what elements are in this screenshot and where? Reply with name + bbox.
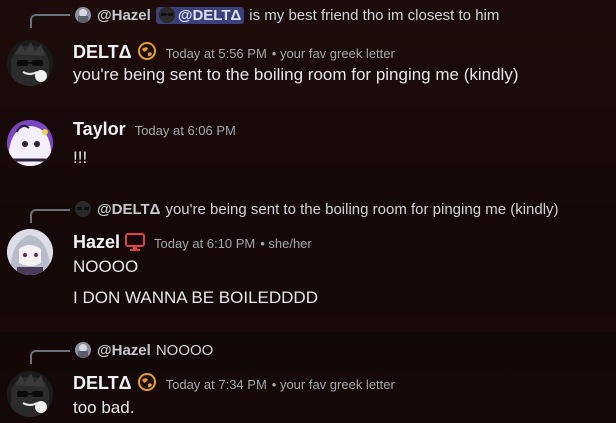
reply-text: is my best friend tho im closest to him	[249, 6, 500, 24]
reply-author[interactable]: @DELTΔ	[97, 201, 160, 218]
message-text: I DON WANNA BE BOILEDDDD	[73, 288, 318, 307]
reply-text: you're being sent to the boiling room fo…	[165, 200, 559, 218]
message-header: Hazel Today at 6:10 PM • she/her	[73, 228, 312, 253]
reply-avatar-icon	[75, 342, 91, 358]
reply-spine	[30, 14, 70, 28]
message-header: Taylor Today at 6:06 PM	[73, 119, 236, 140]
author-name[interactable]: DELTΔ	[73, 373, 132, 394]
author-name[interactable]: DELTΔ	[73, 42, 132, 63]
mention-avatar-icon	[158, 7, 175, 23]
globe-badge-icon[interactable]	[137, 372, 157, 392]
reply-text: NOOOO	[155, 341, 214, 359]
timestamp[interactable]: Today at 7:34 PM	[166, 377, 267, 392]
mention-chip[interactable]: @DELTΔ	[155, 6, 245, 24]
reply-preview[interactable]: @Hazel @DELTΔ is my best friend tho im c…	[75, 5, 499, 25]
message-text: NOOOO	[73, 257, 139, 276]
message-text: you're being sent to the boiling room fo…	[73, 65, 519, 84]
reply-preview[interactable]: @DELTΔ you're being sent to the boiling …	[75, 199, 559, 219]
message-text: !!!	[73, 148, 88, 167]
author-name[interactable]: Taylor	[73, 119, 126, 140]
reply-preview[interactable]: @Hazel NOOOO	[75, 340, 213, 360]
reply-author[interactable]: @Hazel	[97, 342, 151, 359]
reply-spine	[30, 350, 70, 364]
timestamp[interactable]: Today at 6:06 PM	[135, 123, 236, 138]
avatar[interactable]	[7, 229, 53, 275]
reply-spine	[30, 209, 70, 223]
mention-label: @DELTΔ	[177, 6, 242, 24]
avatar[interactable]	[7, 40, 53, 86]
user-tag: • she/her	[260, 236, 312, 251]
user-tag: • your fav greek letter	[271, 377, 395, 392]
author-name[interactable]: Hazel	[73, 232, 120, 253]
timestamp[interactable]: Today at 5:56 PM	[166, 46, 267, 61]
message-header: DELTΔ Today at 7:34 PM • your fav greek …	[73, 369, 395, 394]
reply-avatar-icon	[75, 201, 91, 217]
reply-author[interactable]: @Hazel	[97, 7, 151, 24]
globe-badge-icon[interactable]	[137, 41, 157, 61]
avatar[interactable]	[7, 120, 53, 166]
monitor-badge-icon[interactable]	[125, 231, 146, 251]
message-header: DELTΔ Today at 5:56 PM • your fav greek …	[73, 38, 395, 63]
avatar[interactable]	[7, 371, 53, 417]
timestamp[interactable]: Today at 6:10 PM	[154, 236, 255, 251]
message-text: too bad.	[73, 398, 135, 417]
user-tag: • your fav greek letter	[271, 46, 395, 61]
reply-avatar-icon	[75, 7, 91, 23]
